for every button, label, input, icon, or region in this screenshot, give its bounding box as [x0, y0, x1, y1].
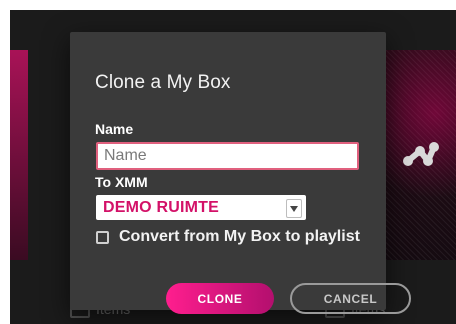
chevron-down-icon[interactable] [286, 199, 302, 218]
convert-checkbox[interactable] [96, 230, 109, 244]
to-xmm-select-value: DEMO RUIMTE [103, 198, 219, 216]
clone-button-label: CLONE [197, 291, 243, 306]
clone-button[interactable]: CLONE [166, 283, 274, 314]
brand-logo-icon [403, 142, 439, 166]
convert-checkbox-row[interactable]: Convert from My Box to playlist [96, 228, 360, 246]
to-xmm-select[interactable]: DEMO RUIMTE [96, 195, 306, 220]
convert-checkbox-label: Convert from My Box to playlist [119, 228, 360, 245]
cancel-button[interactable]: CANCEL [290, 283, 411, 314]
to-xmm-label: To XMM [95, 174, 148, 190]
name-label: Name [95, 121, 134, 137]
cancel-button-label: CANCEL [323, 291, 378, 306]
clone-dialog: Clone a My Box Name To XMM DEMO RUIMTE C… [70, 32, 411, 314]
app-root: Items Items Clone a My Box Name To XMM D… [10, 10, 456, 324]
background-tile-left [10, 50, 28, 260]
name-input[interactable] [96, 142, 359, 170]
dialog-title: Clone a My Box [95, 72, 231, 93]
